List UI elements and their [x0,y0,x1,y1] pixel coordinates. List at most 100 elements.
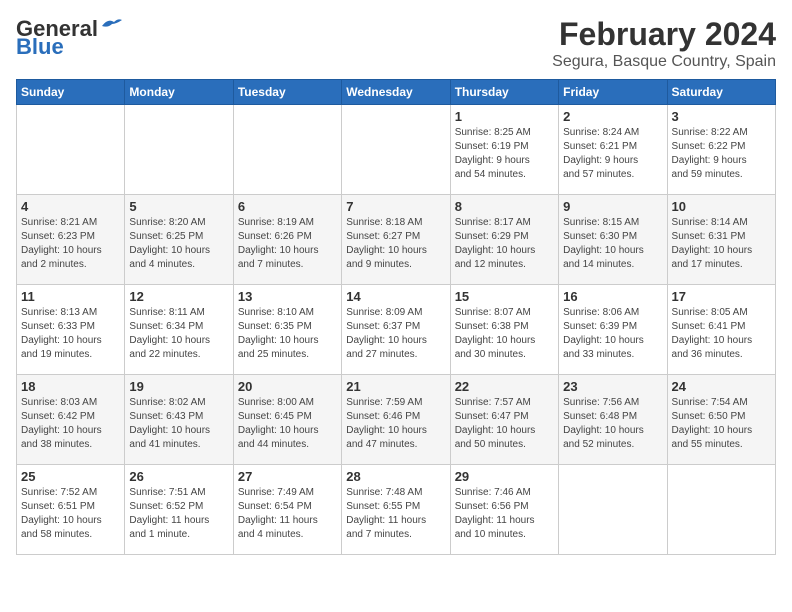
calendar-cell [17,105,125,195]
day-number: 21 [346,379,445,394]
day-info: Sunrise: 7:54 AM Sunset: 6:50 PM Dayligh… [672,396,771,452]
day-number: 25 [21,469,120,484]
day-number: 12 [129,289,228,304]
page-title: February 2024 [552,16,776,53]
calendar-cell: 17 Sunrise: 8:05 AM Sunset: 6:41 PM Dayli… [667,285,775,375]
day-info: Sunrise: 8:09 AM Sunset: 6:37 PM Dayligh… [346,306,445,362]
dow-header: Wednesday [342,80,450,105]
day-number: 29 [455,469,554,484]
day-info: Sunrise: 7:46 AM Sunset: 6:56 PM Dayligh… [455,486,554,542]
calendar-cell: 10 Sunrise: 8:14 AM Sunset: 6:31 PM Dayli… [667,195,775,285]
calendar-cell: 9 Sunrise: 8:15 AM Sunset: 6:30 PM Daylig… [559,195,667,285]
day-info: Sunrise: 8:03 AM Sunset: 6:42 PM Dayligh… [21,396,120,452]
day-info: Sunrise: 8:10 AM Sunset: 6:35 PM Dayligh… [238,306,337,362]
dow-header: Sunday [17,80,125,105]
calendar-cell: 8 Sunrise: 8:17 AM Sunset: 6:29 PM Daylig… [450,195,558,285]
calendar-cell: 5Sunrise: 8:20 AM Sunset: 6:25 PM Daylig… [125,195,233,285]
calendar-cell: 4 Sunrise: 8:21 AM Sunset: 6:23 PM Daylig… [17,195,125,285]
calendar-cell [667,465,775,555]
day-number: 27 [238,469,337,484]
day-info: Sunrise: 7:49 AM Sunset: 6:54 PM Dayligh… [238,486,337,542]
day-number: 24 [672,379,771,394]
calendar-cell: 29 Sunrise: 7:46 AM Sunset: 6:56 PM Dayli… [450,465,558,555]
day-info: Sunrise: 7:59 AM Sunset: 6:46 PM Dayligh… [346,396,445,452]
day-info: Sunrise: 8:05 AM Sunset: 6:41 PM Dayligh… [672,306,771,362]
day-info: Sunrise: 8:22 AM Sunset: 6:22 PM Dayligh… [672,126,771,182]
page-subtitle: Segura, Basque Country, Spain [552,53,776,71]
day-info: Sunrise: 8:11 AM Sunset: 6:34 PM Dayligh… [129,306,228,362]
day-number: 23 [563,379,662,394]
calendar-cell: 22 Sunrise: 7:57 AM Sunset: 6:47 PM Dayli… [450,375,558,465]
day-number: 16 [563,289,662,304]
day-info: Sunrise: 8:19 AM Sunset: 6:26 PM Dayligh… [238,216,337,272]
day-number: 6 [238,199,337,214]
day-number: 1 [455,109,554,124]
calendar-table: SundayMondayTuesdayWednesdayThursdayFrid… [16,79,776,555]
calendar-cell: 19 Sunrise: 8:02 AM Sunset: 6:43 PM Dayli… [125,375,233,465]
calendar-cell: 28 Sunrise: 7:48 AM Sunset: 6:55 PM Dayli… [342,465,450,555]
dow-header: Monday [125,80,233,105]
day-number: 19 [129,379,228,394]
calendar-cell: 1Sunrise: 8:25 AM Sunset: 6:19 PM Daylig… [450,105,558,195]
day-number: 28 [346,469,445,484]
day-info: Sunrise: 8:15 AM Sunset: 6:30 PM Dayligh… [563,216,662,272]
day-info: Sunrise: 8:18 AM Sunset: 6:27 PM Dayligh… [346,216,445,272]
calendar-cell [342,105,450,195]
day-number: 14 [346,289,445,304]
calendar-cell: 23 Sunrise: 7:56 AM Sunset: 6:48 PM Dayli… [559,375,667,465]
day-info: Sunrise: 8:07 AM Sunset: 6:38 PM Dayligh… [455,306,554,362]
title-block: February 2024 Segura, Basque Country, Sp… [552,16,776,71]
dow-header: Saturday [667,80,775,105]
day-info: Sunrise: 8:24 AM Sunset: 6:21 PM Dayligh… [563,126,662,182]
calendar-cell: 11 Sunrise: 8:13 AM Sunset: 6:33 PM Dayli… [17,285,125,375]
calendar-cell [559,465,667,555]
dow-header: Friday [559,80,667,105]
day-info: Sunrise: 8:06 AM Sunset: 6:39 PM Dayligh… [563,306,662,362]
day-info: Sunrise: 8:21 AM Sunset: 6:23 PM Dayligh… [21,216,120,272]
day-number: 5 [129,199,228,214]
day-number: 13 [238,289,337,304]
calendar-cell: 24 Sunrise: 7:54 AM Sunset: 6:50 PM Dayli… [667,375,775,465]
calendar-cell: 18 Sunrise: 8:03 AM Sunset: 6:42 PM Dayli… [17,375,125,465]
day-info: Sunrise: 8:13 AM Sunset: 6:33 PM Dayligh… [21,306,120,362]
day-number: 7 [346,199,445,214]
day-number: 22 [455,379,554,394]
dow-header: Tuesday [233,80,341,105]
day-info: Sunrise: 7:56 AM Sunset: 6:48 PM Dayligh… [563,396,662,452]
calendar-cell: 2 Sunrise: 8:24 AM Sunset: 6:21 PM Daylig… [559,105,667,195]
day-number: 11 [21,289,120,304]
logo-blue: Blue [16,34,64,60]
calendar-cell [233,105,341,195]
day-number: 8 [455,199,554,214]
day-number: 9 [563,199,662,214]
day-number: 26 [129,469,228,484]
day-info: Sunrise: 7:51 AM Sunset: 6:52 PM Dayligh… [129,486,228,542]
calendar-cell: 20Sunrise: 8:00 AM Sunset: 6:45 PM Dayli… [233,375,341,465]
day-number: 4 [21,199,120,214]
calendar-cell: 16 Sunrise: 8:06 AM Sunset: 6:39 PM Dayli… [559,285,667,375]
calendar-cell: 15 Sunrise: 8:07 AM Sunset: 6:38 PM Dayli… [450,285,558,375]
day-number: 10 [672,199,771,214]
calendar-cell: 27 Sunrise: 7:49 AM Sunset: 6:54 PM Dayli… [233,465,341,555]
logo: General Blue [16,16,122,60]
calendar-cell: 3 Sunrise: 8:22 AM Sunset: 6:22 PM Daylig… [667,105,775,195]
day-number: 3 [672,109,771,124]
day-number: 18 [21,379,120,394]
calendar-cell: 7 Sunrise: 8:18 AM Sunset: 6:27 PM Daylig… [342,195,450,285]
day-number: 17 [672,289,771,304]
calendar-cell: 13 Sunrise: 8:10 AM Sunset: 6:35 PM Dayli… [233,285,341,375]
calendar-cell [125,105,233,195]
calendar-cell: 26 Sunrise: 7:51 AM Sunset: 6:52 PM Dayli… [125,465,233,555]
calendar-cell: 14 Sunrise: 8:09 AM Sunset: 6:37 PM Dayli… [342,285,450,375]
dow-header: Thursday [450,80,558,105]
day-number: 15 [455,289,554,304]
day-info: Sunrise: 8:14 AM Sunset: 6:31 PM Dayligh… [672,216,771,272]
calendar-cell: 25 Sunrise: 7:52 AM Sunset: 6:51 PM Dayli… [17,465,125,555]
day-info: Sunrise: 8:02 AM Sunset: 6:43 PM Dayligh… [129,396,228,452]
day-info: Sunrise: 7:48 AM Sunset: 6:55 PM Dayligh… [346,486,445,542]
day-info: Sunrise: 7:52 AM Sunset: 6:51 PM Dayligh… [21,486,120,542]
day-info: Sunrise: 7:57 AM Sunset: 6:47 PM Dayligh… [455,396,554,452]
bird-icon [100,16,122,34]
day-info: Sunrise: 8:17 AM Sunset: 6:29 PM Dayligh… [455,216,554,272]
day-number: 2 [563,109,662,124]
